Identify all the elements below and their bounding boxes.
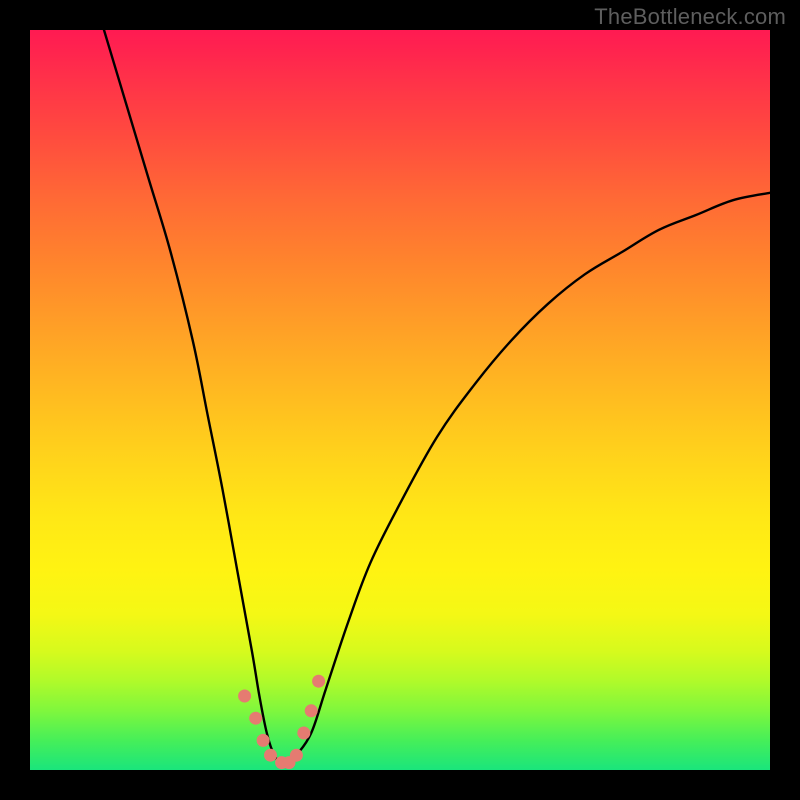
- bottleneck-plot: [30, 30, 770, 770]
- marker-dot: [238, 690, 251, 703]
- marker-dot: [297, 727, 310, 740]
- marker-dot: [249, 712, 262, 725]
- outer-frame: TheBottleneck.com: [0, 0, 800, 800]
- bottleneck-curve: [104, 30, 770, 764]
- marker-dot: [275, 756, 288, 769]
- marker-dot: [283, 756, 296, 769]
- marker-dot: [290, 749, 303, 762]
- watermark-text: TheBottleneck.com: [594, 4, 786, 30]
- marker-dot: [264, 749, 277, 762]
- curve-layer: [30, 30, 770, 770]
- marker-group: [238, 675, 325, 769]
- marker-dot: [312, 675, 325, 688]
- marker-dot: [257, 734, 270, 747]
- marker-dot: [305, 704, 318, 717]
